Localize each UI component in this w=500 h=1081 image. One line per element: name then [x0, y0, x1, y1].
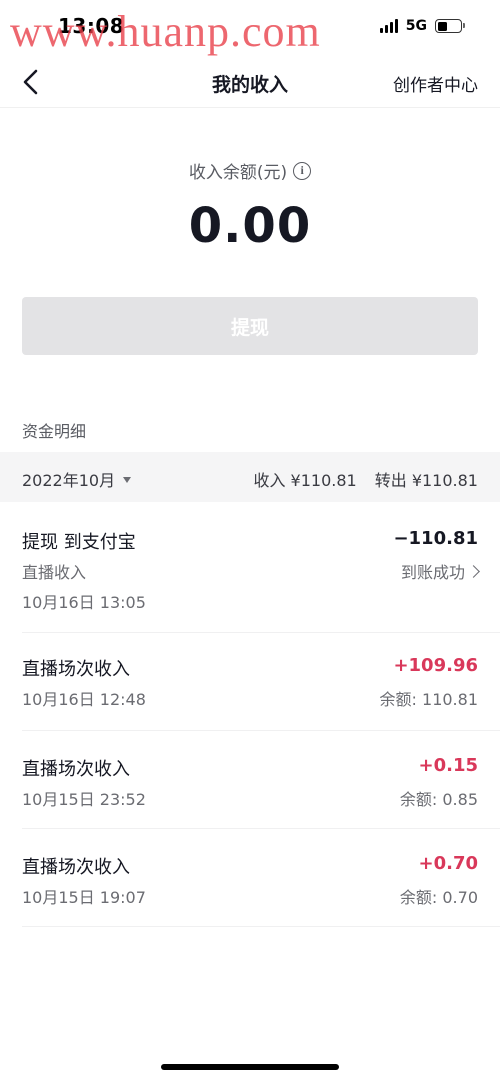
month-selector[interactable]: 2022年10月 [22, 467, 132, 491]
transaction-source: 直播收入 [22, 563, 87, 582]
balance-label: 收入余额(元) [188, 163, 288, 183]
transaction-balance: 余额: 0.85 [399, 790, 478, 809]
transaction-amount: +0.15 [418, 755, 479, 776]
row-divider [22, 926, 500, 927]
network-type: 5G [405, 18, 427, 34]
transaction-title: 直播场次收入 [22, 857, 130, 878]
chevron-right-icon [467, 564, 480, 578]
signal-icon [379, 19, 398, 33]
transaction-row[interactable]: 直播场次收入 10月15日 23:52 +0.15 余额: 0.85 [22, 752, 478, 812]
transaction-row[interactable]: 直播场次收入 10月16日 12:48 +109.96 余额: 110.81 [22, 652, 478, 712]
balance-label-row: 收入余额(元) i [0, 158, 500, 183]
status-indicators: 5G [379, 18, 465, 34]
battery-icon [435, 19, 465, 33]
transaction-amount: −110.81 [393, 528, 478, 549]
transaction-amount: +0.70 [418, 853, 479, 874]
transaction-date: 10月16日 12:48 [22, 690, 146, 709]
transaction-status-label: 到账成功 [400, 563, 465, 582]
transaction-title: 提现 到支付宝 [22, 532, 136, 553]
info-icon[interactable]: i [293, 161, 312, 180]
month-summary: 收入 ¥110.81 转出 ¥110.81 [253, 467, 478, 491]
transaction-amount: +109.96 [393, 655, 478, 676]
balance-amount: 0.00 [188, 198, 312, 254]
transaction-row[interactable]: 直播场次收入 10月15日 19:07 +0.70 余额: 0.70 [22, 850, 478, 910]
transfer-out-summary: 转出 ¥110.81 [374, 471, 478, 490]
transaction-title: 直播场次收入 [22, 759, 130, 780]
nav-bar: 我的收入 创作者中心 [0, 60, 500, 108]
transaction-title: 直播场次收入 [22, 659, 130, 680]
row-divider [22, 730, 500, 731]
transaction-balance: 余额: 0.70 [399, 888, 478, 907]
month-label: 2022年10月 [22, 471, 116, 490]
income-summary: 收入 ¥110.81 [253, 471, 357, 490]
transaction-date: 10月16日 13:05 [22, 593, 146, 612]
creator-center-link[interactable]: 创作者中心 [393, 71, 478, 96]
status-bar: 13:08 5G [0, 0, 500, 60]
transaction-row[interactable]: 提现 到支付宝 直播收入 10月16日 13:05 −110.81 到账成功 [22, 525, 480, 615]
row-divider [22, 632, 500, 633]
transaction-date: 10月15日 23:52 [22, 790, 146, 809]
row-divider [22, 828, 500, 829]
section-title: 资金明细 [22, 422, 87, 441]
status-time: 13:08 [58, 14, 125, 38]
home-indicator[interactable] [161, 1064, 339, 1070]
filter-bar: 2022年10月 收入 ¥110.81 转出 ¥110.81 [0, 452, 500, 502]
transaction-balance: 余额: 110.81 [379, 690, 478, 709]
transaction-status[interactable]: 到账成功 [400, 559, 480, 583]
withdraw-button[interactable]: 提现 [22, 297, 478, 355]
transaction-date: 10月15日 19:07 [22, 888, 146, 907]
caret-down-icon [123, 477, 132, 483]
